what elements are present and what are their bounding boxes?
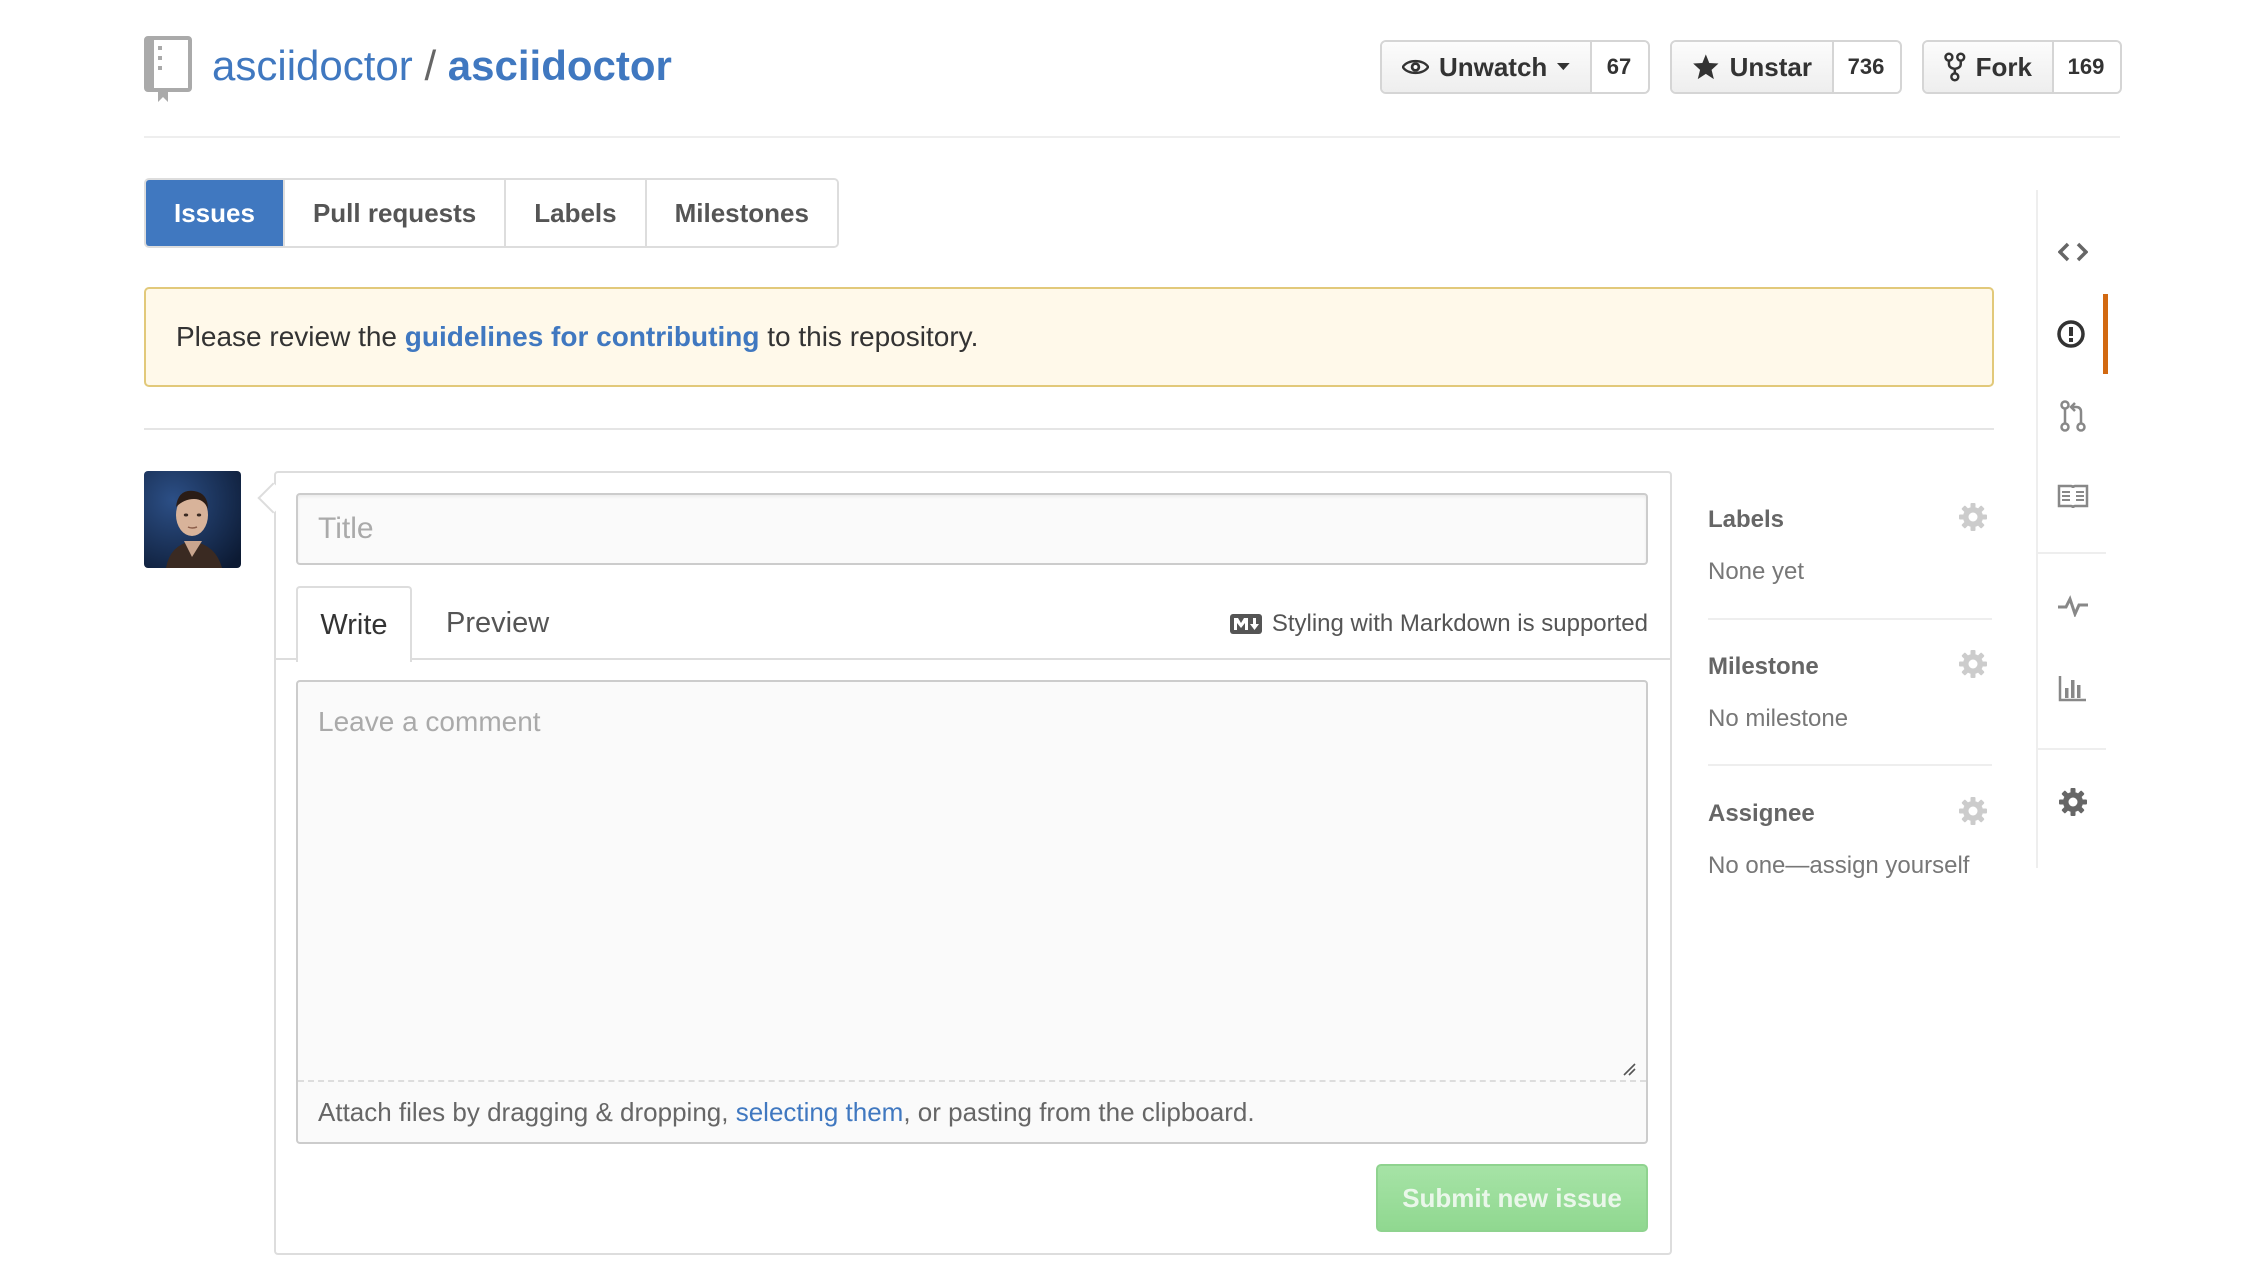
labels-divider	[1708, 618, 1992, 620]
eye-icon	[1402, 59, 1429, 75]
nav-pulse[interactable]	[2038, 566, 2108, 646]
subnav-labels[interactable]: Labels	[506, 180, 647, 246]
repo-separator: /	[424, 42, 437, 89]
submit-new-issue-button[interactable]: Submit new issue	[1376, 1164, 1648, 1232]
markdown-note-text: Styling with Markdown is supported	[1271, 610, 1648, 637]
labels-heading: Labels	[1708, 506, 1785, 533]
nav-issues[interactable]	[2038, 294, 2108, 374]
fork-button-group: Fork 169	[1922, 40, 2122, 94]
file-attach-area[interactable]: Attach files by dragging & dropping, sel…	[298, 1080, 1646, 1142]
comment-field-wrapper: Attach files by dragging & dropping, sel…	[296, 680, 1648, 1144]
section-divider	[144, 428, 1994, 430]
assignee-value[interactable]: No one—assign yourself	[1708, 852, 1969, 880]
notice-suffix: to this repository.	[759, 321, 979, 352]
notice-prefix: Please review the	[176, 321, 405, 352]
nav-divider-2	[2038, 748, 2106, 750]
graphs-icon	[2058, 676, 2086, 702]
milestone-value: No milestone	[1708, 705, 1849, 732]
repo-name-link[interactable]: asciidoctor	[448, 42, 672, 89]
avatar[interactable]	[144, 471, 241, 568]
repo-icon	[144, 36, 192, 102]
star-button-group: Unstar 736	[1670, 40, 1902, 94]
labels-value: None yet	[1708, 558, 1805, 585]
assignee-gear-icon[interactable]	[1958, 796, 1988, 826]
attach-suffix: , or pasting from the clipboard.	[903, 1096, 1255, 1127]
attach-prefix: Attach files by dragging & dropping,	[318, 1096, 736, 1127]
issues-icon	[2056, 320, 2085, 348]
fork-label: Fork	[1975, 51, 2032, 82]
watchers-count[interactable]: 67	[1592, 42, 1646, 92]
nav-wiki[interactable]	[2038, 456, 2108, 536]
subnav-milestones[interactable]: Milestones	[646, 180, 837, 246]
unstar-label: Unstar	[1729, 51, 1812, 82]
comment-textarea[interactable]	[298, 682, 1646, 1080]
unwatch-button[interactable]: Unwatch	[1382, 42, 1592, 92]
nav-pull-requests[interactable]	[2038, 376, 2108, 456]
repo-title: asciidoctor / asciidoctor	[212, 38, 672, 94]
contributing-notice: Please review the guidelines for contrib…	[144, 287, 1994, 387]
subnav-pull-requests[interactable]: Pull requests	[284, 180, 507, 246]
markdown-support-note[interactable]: Styling with Markdown is supported	[1229, 606, 1648, 642]
resize-handle-icon[interactable]	[1622, 1062, 1636, 1076]
tab-write[interactable]: Write	[296, 586, 412, 662]
settings-icon	[2059, 788, 2087, 816]
unstar-button[interactable]: Unstar	[1672, 42, 1834, 92]
watch-button-group: Unwatch 67	[1380, 40, 1650, 94]
nav-code[interactable]	[2038, 212, 2108, 292]
nav-divider-1	[2038, 552, 2106, 554]
fork-button[interactable]: Fork	[1924, 42, 2054, 92]
pull-request-icon	[2060, 400, 2086, 432]
pulse-icon	[2058, 595, 2088, 617]
fork-icon	[1944, 52, 1966, 82]
stargazers-count[interactable]: 736	[1834, 42, 1898, 92]
wiki-icon	[2057, 484, 2089, 508]
contributing-guidelines-link[interactable]: guidelines for contributing	[405, 321, 760, 353]
forks-count[interactable]: 169	[2054, 42, 2118, 92]
nav-settings[interactable]	[2038, 762, 2108, 842]
unwatch-label: Unwatch	[1438, 51, 1548, 82]
select-files-link[interactable]: selecting them	[736, 1097, 904, 1128]
repo-owner-link[interactable]: asciidoctor	[212, 42, 413, 89]
milestone-heading: Milestone	[1708, 653, 1819, 680]
milestone-gear-icon[interactable]	[1958, 649, 1988, 679]
repository-nav	[2036, 190, 2108, 868]
subnav-issues[interactable]: Issues	[146, 180, 285, 246]
tab-preview[interactable]: Preview	[424, 586, 571, 660]
markdown-icon	[1229, 614, 1262, 634]
labels-gear-icon[interactable]	[1958, 502, 1988, 532]
star-icon	[1693, 54, 1719, 80]
caret-down-icon	[1557, 63, 1570, 71]
milestone-divider	[1708, 764, 1992, 766]
header-divider	[144, 136, 2120, 138]
assignee-heading: Assignee	[1708, 800, 1815, 827]
issues-subnav: Issues Pull requests Labels Milestones	[144, 178, 839, 248]
issue-title-input[interactable]	[296, 493, 1648, 565]
nav-graphs[interactable]	[2038, 648, 2108, 728]
code-icon	[2058, 242, 2088, 262]
